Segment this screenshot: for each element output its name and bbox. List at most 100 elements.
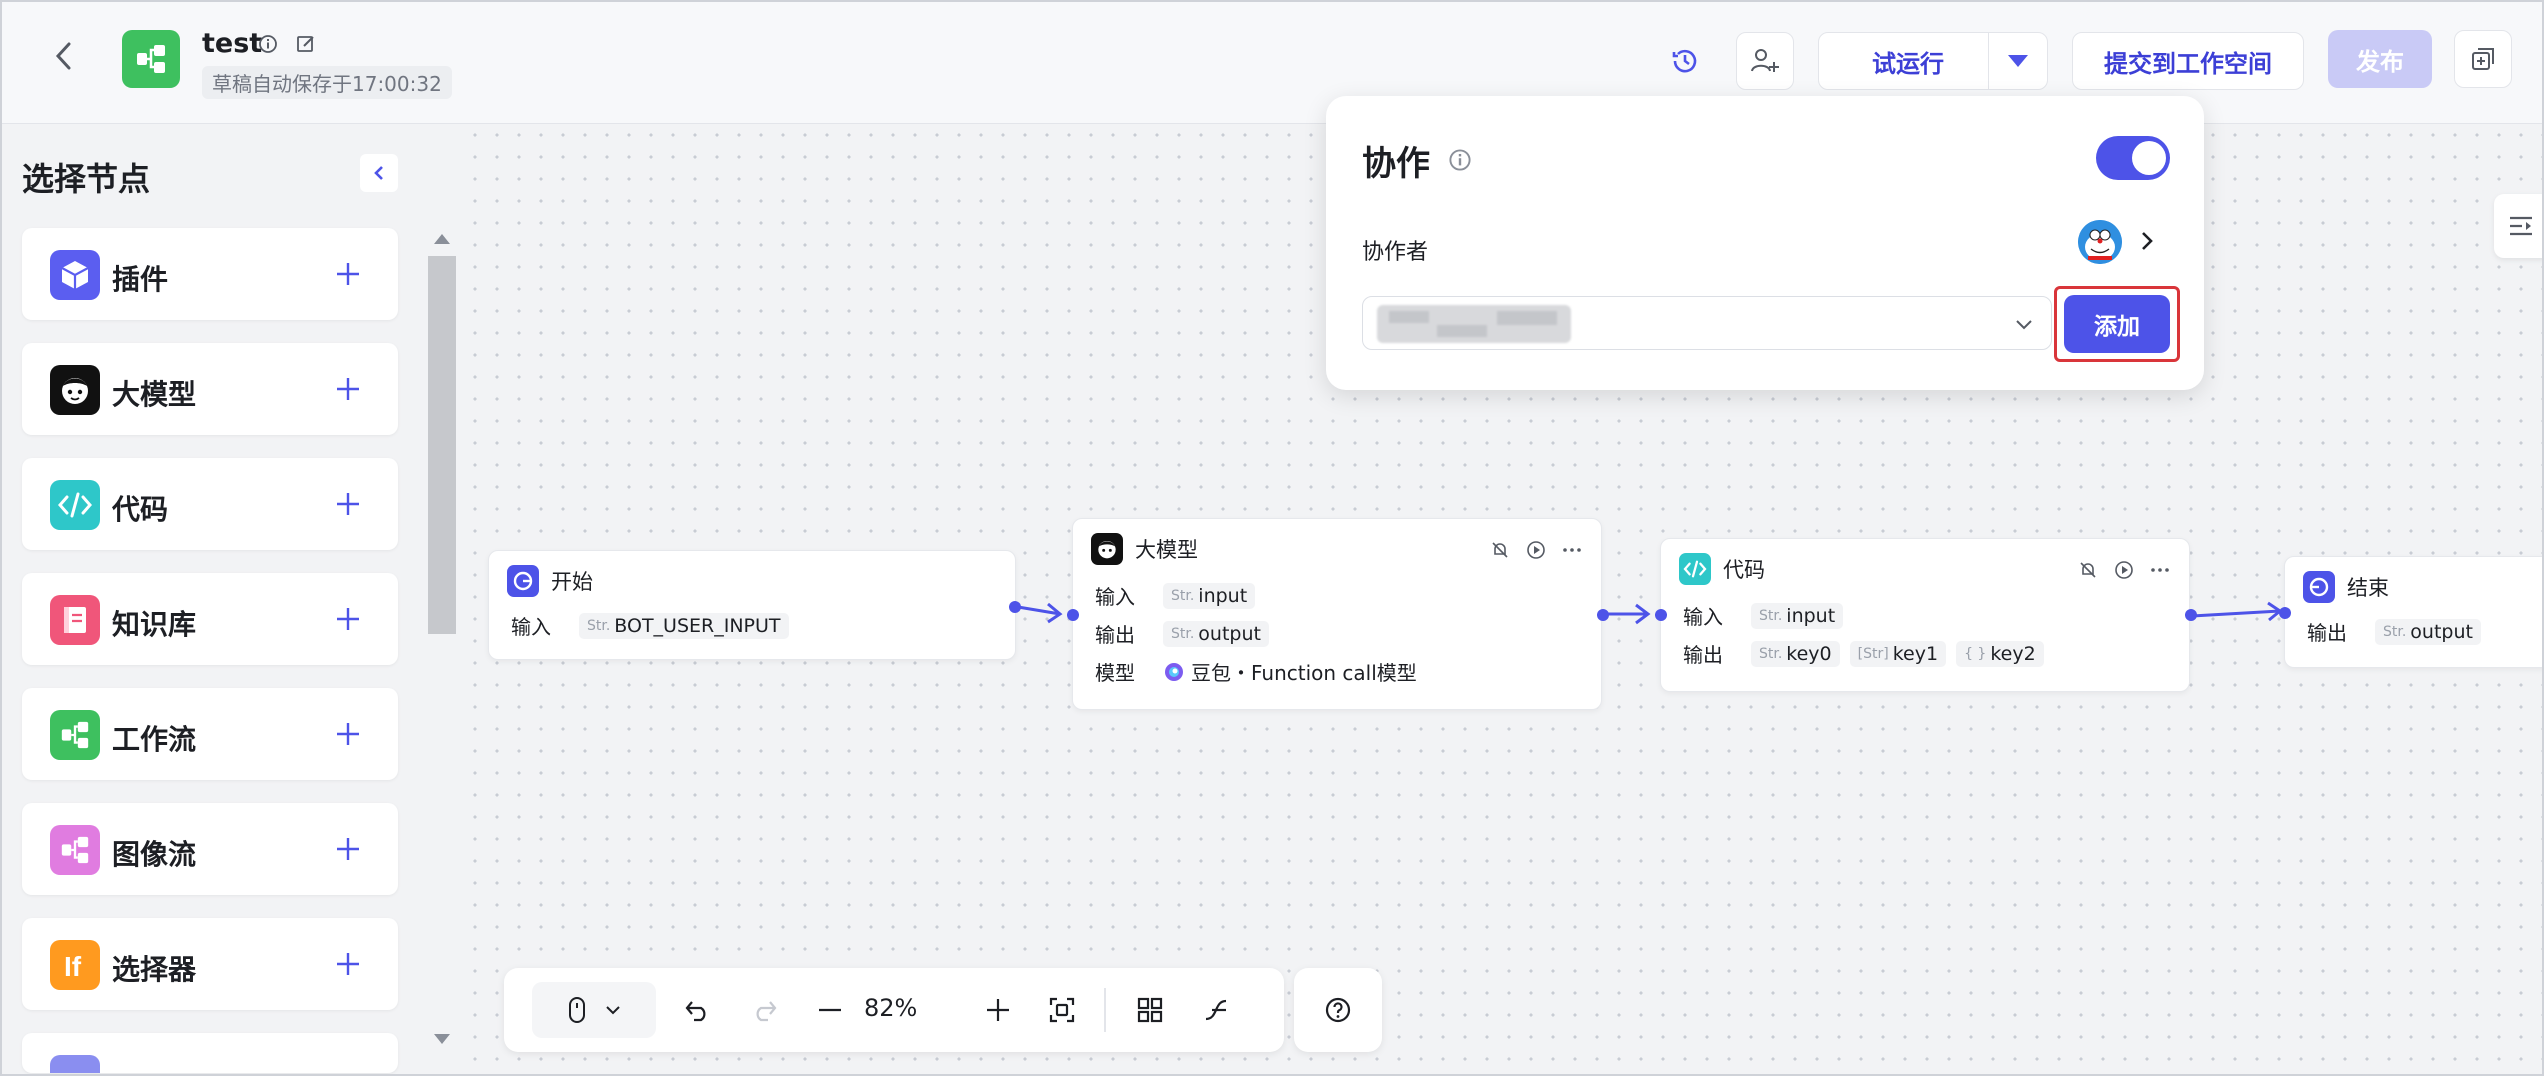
sidebar-item-label: 选择器 [112,953,197,986]
input-port[interactable] [2279,607,2291,619]
input-port[interactable] [1067,609,1079,621]
end-node[interactable]: 结束 输出 Str. output [2279,556,2542,668]
connector-curve-icon [1205,999,1227,1021]
canvas-toolbar: 82% [504,968,1284,1052]
scroll-down-arrow-icon[interactable] [434,1034,450,1044]
if-selector-icon: If [50,940,100,990]
plus-icon [337,493,359,515]
add-node-button[interactable] [328,254,368,294]
toggle-knob [2132,141,2166,175]
window-icon [2472,48,2494,70]
node-title: 代码 [1723,558,1765,582]
info-icon[interactable] [1448,148,1472,176]
output-port[interactable] [2185,609,2197,621]
node-list: 插件 大模型 代码 知识库 工作流 图像流 If 选择器 [22,228,398,1074]
redo-button[interactable] [742,988,786,1032]
avatar[interactable] [2078,220,2122,264]
add-node-button[interactable] [328,714,368,754]
add-node-button[interactable] [328,599,368,639]
auto-layout-button[interactable] [1128,988,1172,1032]
zoom-in-button[interactable] [976,988,1020,1032]
sidebar-item-label: 插件 [112,263,169,296]
add-node-button[interactable] [328,829,368,869]
bell-off-icon[interactable] [1489,539,1511,561]
mouse-icon [569,997,585,1023]
zoom-out-button[interactable] [808,988,852,1032]
sidebar-item-imageflow[interactable]: 图像流 [22,803,398,895]
collaboration-button[interactable] [1736,32,1794,90]
output-port[interactable] [1597,609,1609,621]
interaction-mode-select[interactable] [532,982,656,1038]
sidebar-item-workflow[interactable]: 工作流 [22,688,398,780]
variable-tag: Str. key0 [1751,640,1840,667]
sidebar-item-code[interactable]: 代码 [22,458,398,550]
history-button[interactable] [1656,32,1714,90]
sidebar-item-partial[interactable] [22,1033,398,1073]
variable-tag: [Str] key1 [1849,640,1947,667]
plus-icon [987,999,1009,1021]
fit-view-button[interactable] [1040,988,1084,1032]
chevron-down-icon[interactable] [2013,313,2035,335]
workflow-icon [50,710,100,760]
sidebar-item-selector[interactable]: If 选择器 [22,918,398,1010]
test-run-dropdown[interactable] [1988,32,2048,90]
more-options-icon[interactable] [2149,559,2171,581]
redacted-user-value [1377,305,1571,343]
input-port[interactable] [1655,609,1667,621]
run-node-icon[interactable] [2113,559,2135,581]
sidebar-item-label: 代码 [112,493,169,526]
run-node-icon[interactable] [1525,539,1547,561]
llm-face-icon [50,365,100,415]
popup-title: 协作 [1362,144,1430,184]
test-run-button[interactable]: 试运行 [1818,32,1998,90]
add-node-button[interactable] [328,944,368,984]
chevron-down-icon [606,1006,620,1015]
bell-off-icon[interactable] [2077,559,2099,581]
expand-button[interactable] [2454,30,2512,88]
input-label: 输入 [511,615,551,639]
node-title: 开始 [551,570,593,594]
toggle-right-panel-button[interactable] [2494,194,2542,258]
code-icon [50,480,100,530]
add-collaborator-button[interactable]: 添加 [2064,295,2170,353]
llm-node[interactable]: 大模型 输入 Str. input 输出 Str. output 模型 豆包・Fun… [1067,518,1609,710]
scroll-up-arrow-icon[interactable] [434,234,450,244]
chevron-left-icon [55,42,71,70]
add-node-button[interactable] [328,484,368,524]
doubao-model-icon [1165,662,1183,681]
undo-icon [685,1001,706,1022]
app-window: test 草稿自动保存于17:00:32 试运行 提交到工作空间 发布 选择节点 [0,0,2544,1076]
sidebar-item-llm[interactable]: 大模型 [22,343,398,435]
add-node-button[interactable] [328,369,368,409]
sidebar-scrollbar[interactable] [426,228,456,1054]
collaborator-select[interactable] [1362,296,2052,350]
code-node[interactable]: 代码 输入 Str. input 输出 Str. key0 [Str] key1 { … [1655,538,2197,692]
undo-button[interactable] [676,988,720,1032]
panel-list-icon [2510,216,2532,236]
edit-icon[interactable] [294,32,318,56]
variable-tag: { } key2 [1956,640,2044,667]
sidebar-item-plugin[interactable]: 插件 [22,228,398,320]
chevron-right-icon[interactable] [2134,228,2160,254]
collapse-sidebar-button[interactable] [360,154,398,192]
help-button[interactable] [1294,968,1382,1052]
output-label: 输出 [1095,623,1135,647]
back-button[interactable] [46,38,82,74]
collaboration-toggle[interactable] [2096,136,2170,180]
info-icon[interactable] [256,32,280,56]
start-node[interactable]: 开始 输入 Str. BOT_USER_INPUT [488,550,1021,660]
input-label: 输入 [1683,605,1723,629]
scrollbar-thumb[interactable] [428,256,456,634]
minus-icon [819,1008,841,1012]
plus-icon [337,263,359,285]
more-options-icon[interactable] [1561,539,1583,561]
output-port[interactable] [1009,601,1021,613]
connector-style-button[interactable] [1194,988,1238,1032]
sidebar-item-label: 工作流 [112,723,197,756]
publish-button[interactable]: 发布 [2328,30,2432,88]
sidebar-item-knowledge[interactable]: 知识库 [22,573,398,665]
add-user-icon [1751,49,1779,72]
node-title: 大模型 [1135,538,1198,562]
submit-to-workspace-button[interactable]: 提交到工作空间 [2072,32,2304,90]
zoom-level[interactable]: 82% [864,994,917,1022]
